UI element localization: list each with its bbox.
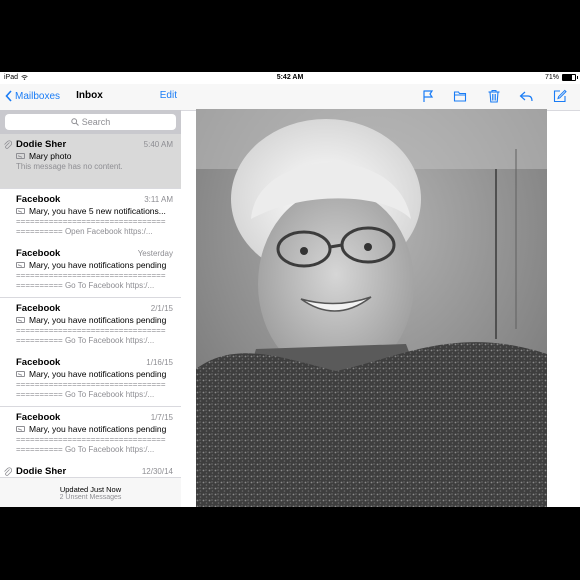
message-subject: Mary, you have 5 new notifications... [16,206,174,216]
message-preview-line: ================================ [16,434,166,444]
trash-icon[interactable] [487,89,501,103]
search-bar: Search [0,110,181,134]
message-preview-line: ================================ [16,216,166,226]
message-subject: Mary, you have notifications pending [16,424,174,434]
message-row[interactable]: Dodie Sher12/30/14Jehovah Is Your Name [0,461,181,478]
message-row[interactable]: Facebook 3:11 AM Mary, you have 5 new noti… [0,188,181,244]
message-subject-text: Mary photo [29,151,72,161]
status-time: 5:42 AM [276,74,304,81]
message-date: Yesterday [137,249,173,258]
message-subject: Mary, you have notifications pending [16,369,174,379]
reply-icon[interactable] [519,89,533,103]
flag-icon[interactable] [421,89,435,103]
message-preview-line: ================================ [16,271,166,280]
message-row[interactable]: Facebook 1/7/15 Mary, you have notificatio… [0,406,181,462]
search-icon [71,118,79,126]
envelope-icon [16,371,25,377]
envelope-icon [16,207,25,214]
message-sender: Facebook [16,302,61,314]
message-sender: Dodie Sher [16,139,67,150]
ipad-screen: Mailboxes Inbox Edit Search Dodie Sher 5:… [0,72,580,507]
battery-percent: 71% [544,74,559,81]
list-navbar: Mailboxes Inbox Edit [0,84,181,110]
message-date: 12/30/14 [141,467,173,476]
message-date: 2/1/15 [150,303,173,313]
message-list-pane: Mailboxes Inbox Edit Search Dodie Sher 5:… [0,72,182,507]
attachment-icon [4,140,12,149]
message-sender: Facebook [16,193,61,205]
message-subject-text: Mary, you have notifications pending [29,423,167,434]
envelope-icon [16,425,25,432]
message-preview-line: ================================ [16,325,166,335]
message-sender: Dodie Sher [16,466,67,477]
envelope-icon [16,262,25,268]
unsent-messages[interactable]: 2 Unsent Messages [0,494,181,501]
message-subject-text: Mary, you have notifications pending [29,314,167,325]
envelope-icon [16,316,25,323]
message-row[interactable]: Dodie Sher 5:40 AM Mary photo This message … [0,134,181,189]
message-sender: Facebook [16,357,61,368]
message-subject-text: Mary, you have notifications pending [29,369,167,379]
message-sender: Facebook [16,248,61,259]
status-bar: iPad 5:42 AM 71% [0,72,580,84]
envelope-icon [16,153,25,159]
message-row[interactable]: Facebook Yesterday Mary, you have notifica… [0,243,181,298]
compose-icon[interactable] [553,89,567,103]
message-subject: Mary, you have notifications pending [16,315,174,325]
message-date: 5:40 AM [143,140,173,149]
message-preview-line: ================================ [16,380,166,389]
status-right: 71% [544,74,578,81]
message-list: Dodie Sher 5:40 AM Mary photo This message … [0,134,181,478]
message-view-pane [181,72,580,507]
search-input[interactable]: Search [5,114,176,130]
folder-icon[interactable] [453,89,467,103]
message-toolbar [181,84,580,111]
message-row[interactable]: Facebook 2/1/15 Mary, you have notificatio… [0,297,181,353]
edit-button[interactable]: Edit [160,90,177,101]
message-date: 1/16/15 [146,358,173,367]
message-subject: Mary, you have notifications pending [16,260,174,270]
page-title: Inbox [76,90,103,101]
attached-photo [196,109,547,507]
message-sender: Facebook [16,411,61,423]
message-subject: Mary photo [16,151,174,161]
updated-status: Updated Just Now [59,485,122,494]
search-placeholder: Search [81,117,111,127]
message-preview-line: ========== Go To Facebook https:/... [16,335,155,345]
message-preview-line: ========== Go To Facebook https:/... [16,444,155,454]
message-date: 3:11 AM [144,194,173,204]
photo-image [196,109,547,507]
attachment-icon [4,467,12,476]
status-footer: Updated Just Now 2 Unsent Messages [0,477,181,507]
message-preview-line: This message has no content. [16,162,123,171]
message-preview-line: ========== Open Facebook https:/... [16,226,153,236]
message-row[interactable]: Facebook 1/16/15 Mary, you have notificati… [0,352,181,407]
message-subject-text: Mary, you have notifications pending [29,260,167,270]
battery-icon [562,74,578,81]
message-preview-line: ========== Go To Facebook https:/... [16,390,155,399]
message-subject-text: Mary, you have 5 new notifications... [29,205,166,216]
message-date: 1/7/15 [150,412,173,422]
message-preview-line: ========== Go To Facebook https:/... [16,281,155,290]
